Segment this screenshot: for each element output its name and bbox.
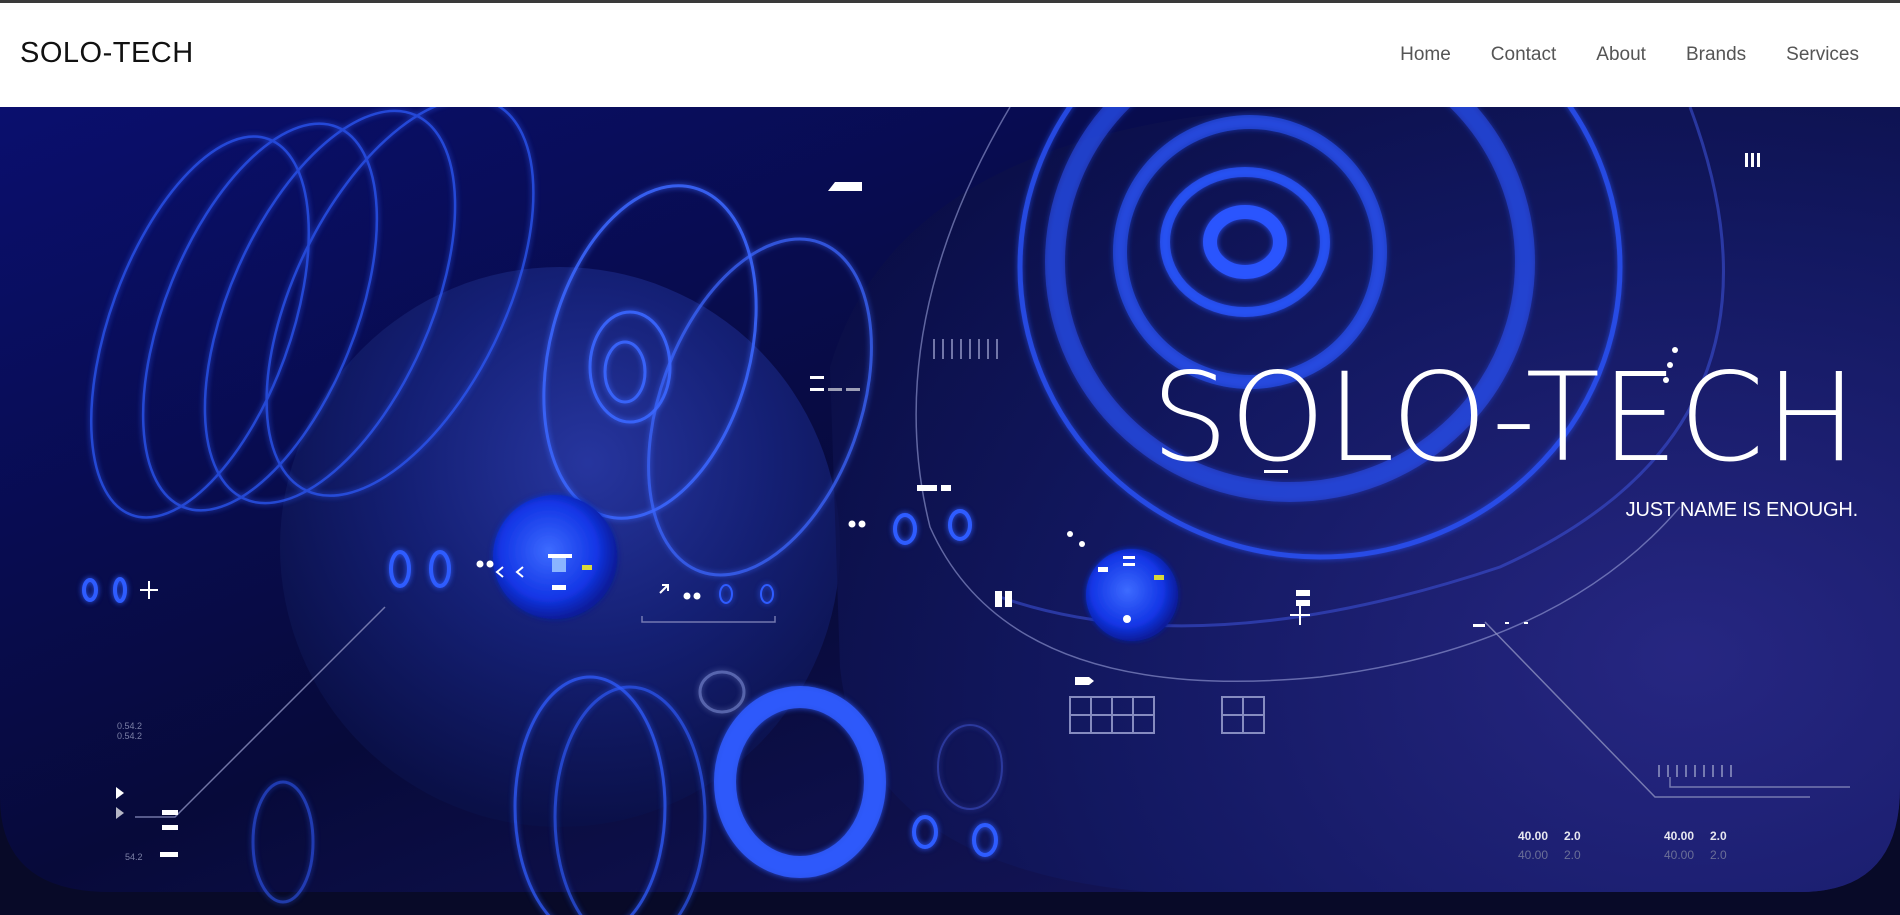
hud-code-3: 54.2 [125, 852, 143, 862]
hud-stat-a-value: 40.00 [1518, 829, 1549, 843]
nav-link-brands[interactable]: Brands [1686, 44, 1746, 66]
hud-stat-b-value-sub: 40.00 [1664, 848, 1695, 862]
hero-subtitle: JUST NAME IS ENOUGH. [1625, 499, 1859, 521]
hud-stat-b-ratio: 2.0 [1710, 829, 1727, 843]
hud-stat-a-ratio-sub: 2.0 [1564, 848, 1581, 862]
hud-stat-b-value: 40.00 [1664, 829, 1695, 843]
navbar: SOLO-TECH Home Contact About Brands Serv… [0, 3, 1900, 107]
nav-link-services[interactable]: Services [1786, 44, 1859, 66]
nav-menu: Home Contact About Brands Services [1360, 44, 1859, 66]
hero-banner: SOLO-TECH JUST NAME IS ENOUGH. 0.54.2 0.… [0, 107, 1900, 915]
hud-code-1: 0.54.2 [117, 721, 143, 731]
hud-stat-a-ratio: 2.0 [1564, 829, 1581, 843]
nav-link-about[interactable]: About [1596, 44, 1646, 66]
nav-link-home[interactable]: Home [1400, 44, 1451, 66]
brand-logo-link[interactable]: SOLO-TECH [20, 37, 194, 70]
hud-code-2: 0.54.2 [117, 731, 143, 741]
hero-background-art [0, 107, 1900, 915]
hero-title: SOLO-TECH [1151, 347, 1858, 489]
hud-stat-b-ratio-sub: 2.0 [1710, 848, 1727, 862]
nav-link-contact[interactable]: Contact [1491, 44, 1556, 66]
hud-stat-a-value-sub: 40.00 [1518, 848, 1549, 862]
